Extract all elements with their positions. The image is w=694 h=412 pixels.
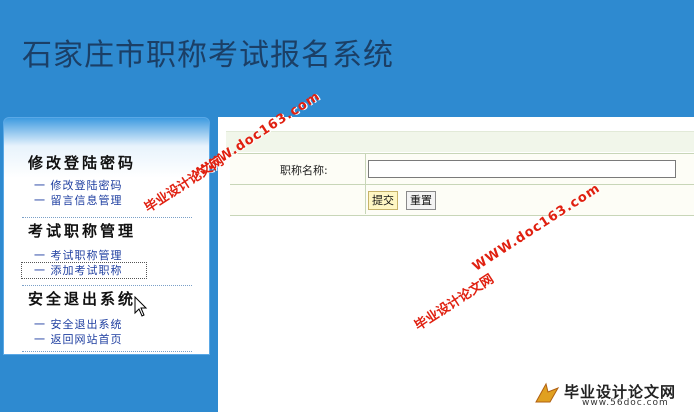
title-name-label: 职称名称: [280, 164, 328, 177]
sidebar-item-add-exam[interactable]: 一 添加考试职称 [21, 262, 147, 279]
sidebar: 修改登陆密码 一 修改登陆密码 一 留言信息管理 考试职称管理 一 考试职称管理… [3, 117, 210, 355]
sidebar-item-logout[interactable]: 一 安全退出系统 [22, 317, 209, 332]
page-title: 石家庄市职称考试报名系统 [22, 38, 394, 73]
form-row-title: 职称名称: [230, 154, 694, 185]
sidebar-section-exam: 考试职称管理 一 考试职称管理 一 添加考试职称 [21, 222, 209, 279]
sidebar-section-title: 安全退出系统 [28, 290, 137, 308]
footer-logo: 毕业设计论文网 www.56doc.com [520, 378, 694, 412]
sidebar-divider [22, 217, 192, 218]
sidebar-section-title: 考试职称管理 [28, 222, 137, 240]
sidebar-item-home[interactable]: 一 返回网站首页 [22, 332, 209, 347]
main-content: 职称名称: 提交 重置 [218, 117, 694, 412]
mouse-cursor-icon [134, 296, 148, 317]
logo-icon [535, 382, 560, 403]
form-row-buttons: 提交 重置 [230, 185, 694, 214]
sidebar-section-title: 修改登陆密码 [28, 154, 137, 172]
logo-url: www.56doc.com [582, 398, 669, 408]
reset-button[interactable]: 重置 [406, 191, 436, 210]
add-exam-form: 职称名称: 提交 重置 [230, 153, 694, 216]
sidebar-divider [22, 285, 192, 286]
sidebar-divider [22, 351, 192, 352]
title-name-input[interactable] [368, 160, 676, 178]
content-header-bar [226, 131, 694, 152]
submit-button[interactable]: 提交 [368, 191, 398, 210]
sidebar-section-logout: 安全退出系统 一 安全退出系统 一 返回网站首页 [22, 290, 209, 347]
sidebar-item-exam-manage[interactable]: 一 考试职称管理 [22, 248, 209, 263]
